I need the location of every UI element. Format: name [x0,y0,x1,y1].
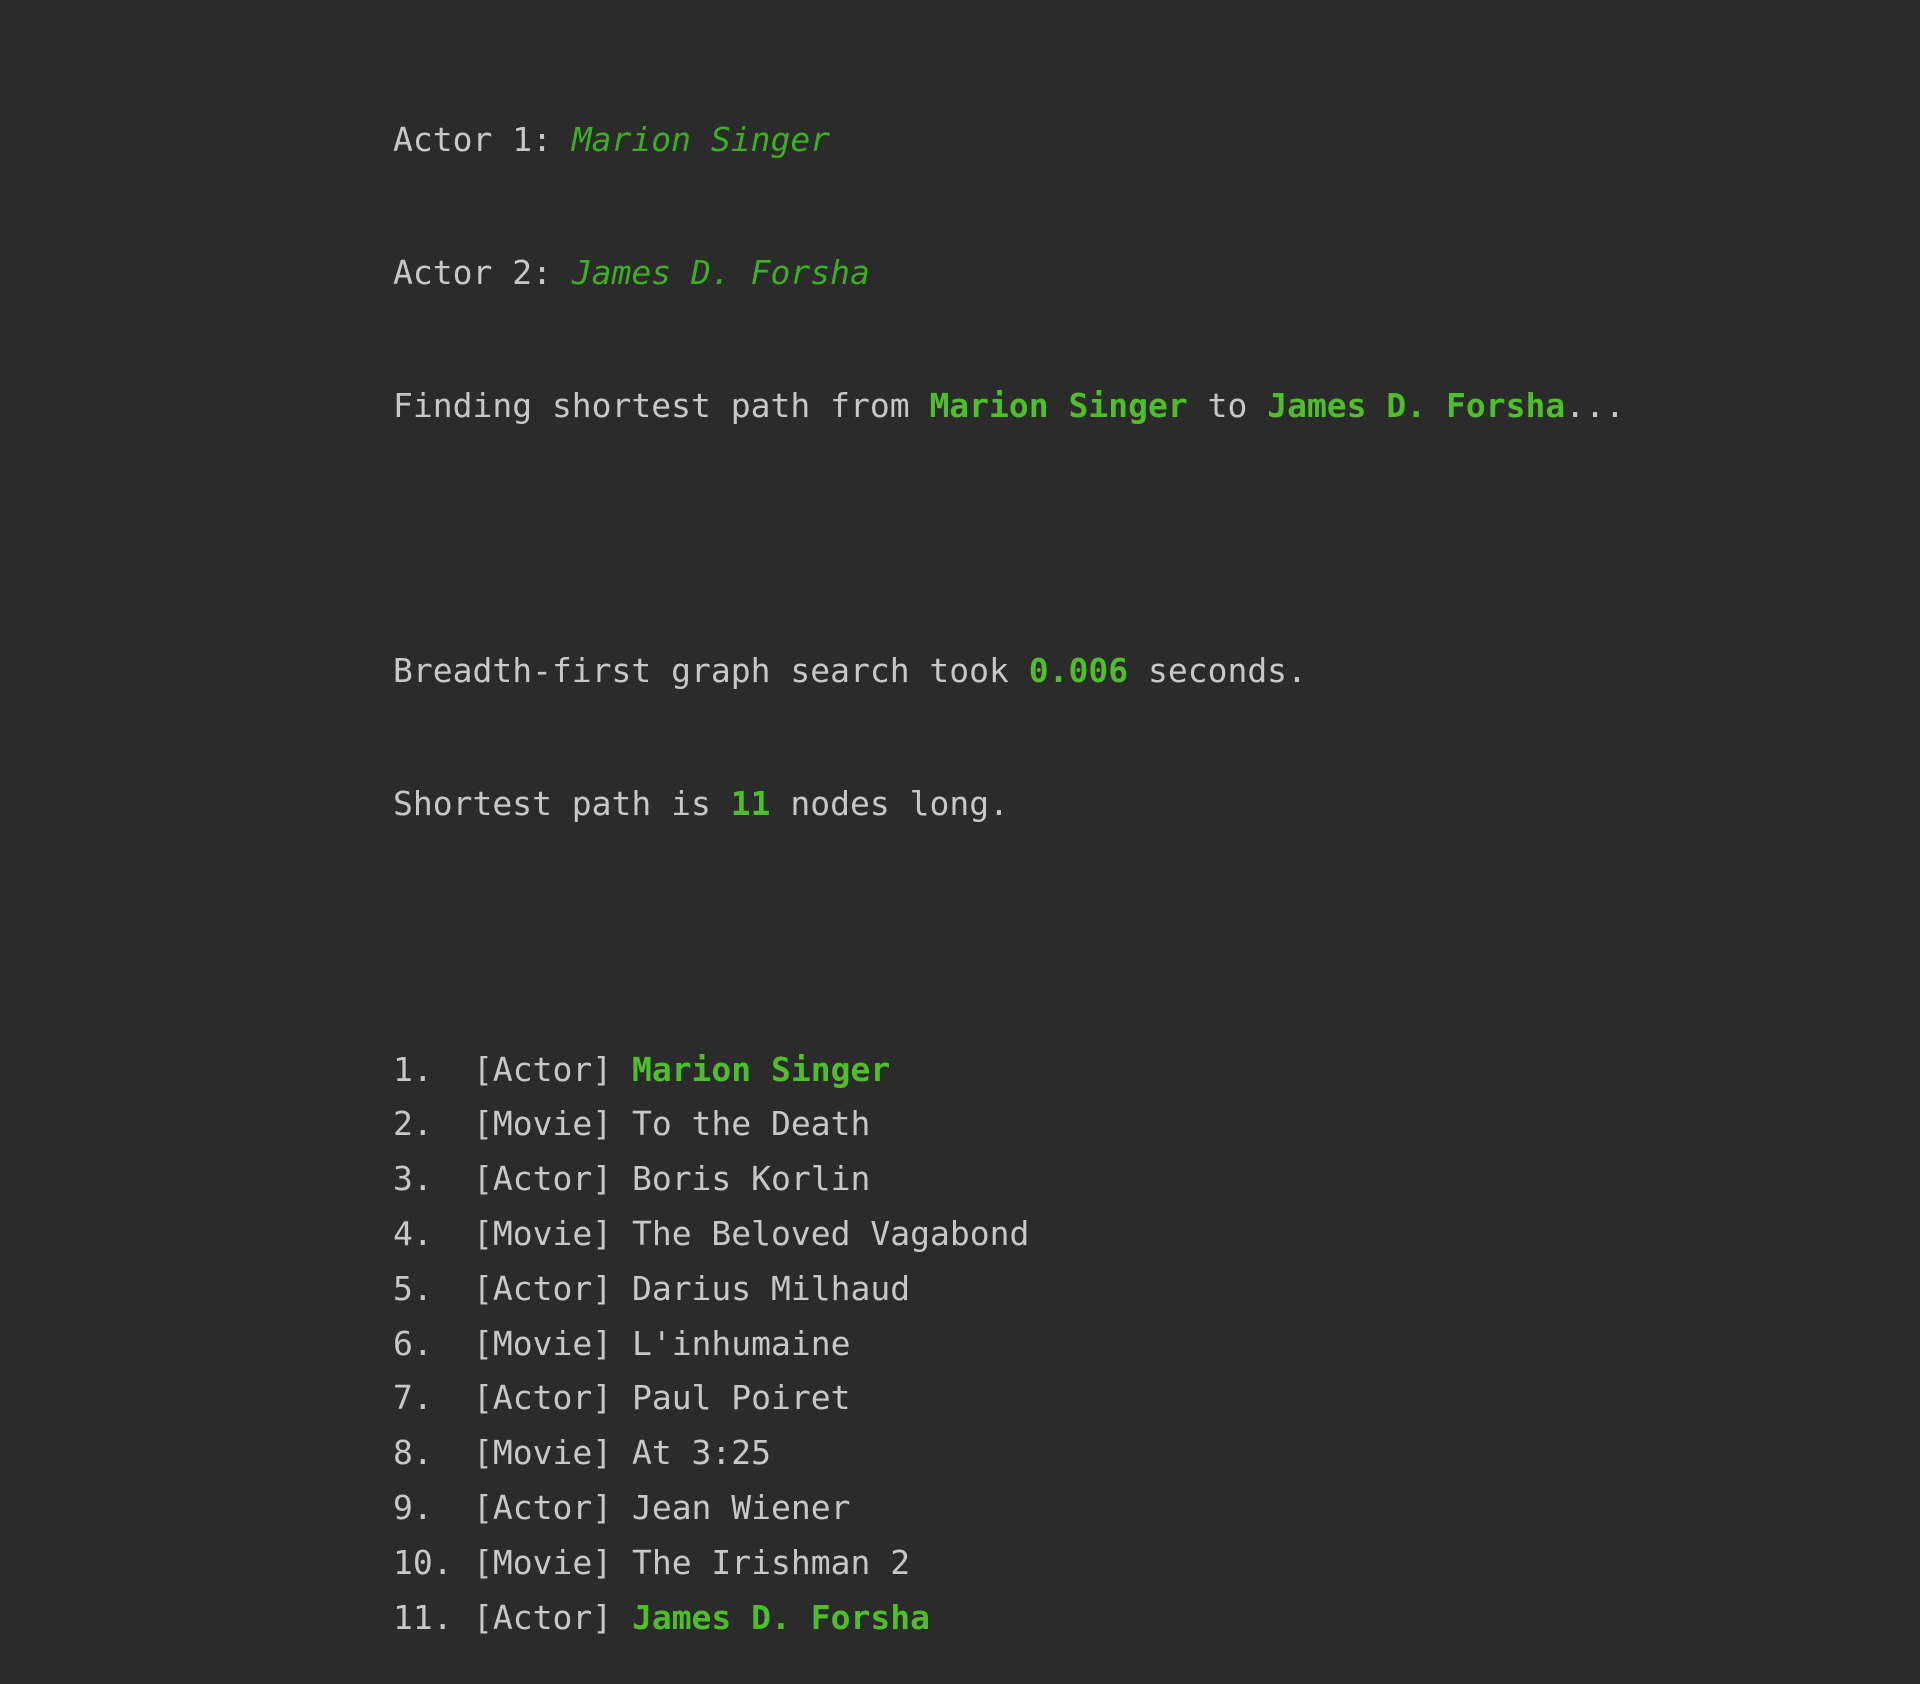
path-row-number: 2. [393,1104,433,1144]
path-row: 9. [Actor] Jean Wiener [393,1481,1625,1536]
path-row-type: [Actor] [473,1268,613,1308]
path-row-name: L'inhumaine [631,1323,851,1363]
path-list: 1. [Actor] Marion Singer 2. [Movie] To the … [393,1043,1625,1646]
finding-from: Marion Singer [929,385,1188,425]
path-row-name: Paul Poiret [631,1378,851,1418]
path-row-number: 7. [393,1378,433,1418]
path-row-type: [Actor] [473,1597,613,1637]
path-row-name: At 3:25 [631,1433,772,1473]
path-row-number: 5. [393,1268,433,1308]
path-row-type: [Movie] [473,1323,613,1363]
path-suffix: nodes long. [770,783,1009,823]
search-prefix: Breadth-first graph search took [393,651,1029,691]
path-row: 1. [Actor] Marion Singer [393,1043,1625,1098]
actor2-value: James D. Forsha [571,252,870,292]
path-row-number: 3. [393,1159,433,1199]
path-row-number: 8. [393,1433,433,1473]
path-row: 5. [Actor] Darius Milhaud [393,1262,1625,1317]
path-prefix: Shortest path is [393,783,731,823]
path-row-type: [Movie] [473,1213,613,1253]
path-row-type: [Actor] [473,1049,613,1089]
finding-mid: to [1187,385,1268,425]
path-row-name: James D. Forsha [631,1597,930,1637]
path-length-line: Shortest path is 11 nodes long. [393,777,1625,832]
path-row: 3. [Actor] Boris Korlin [393,1152,1625,1207]
path-row: 10. [Movie] The Irishman 2 [393,1536,1625,1591]
finding-line: Finding shortest path from Marion Singer… [393,379,1625,434]
actor1-line: Actor 1: Marion Singer [393,113,1625,168]
search-suffix: seconds. [1128,651,1307,691]
path-row: 4. [Movie] The Beloved Vagabond [393,1207,1625,1262]
search-time: 0.006 [1028,651,1129,691]
path-row-number: 4. [393,1213,433,1253]
path-row-name: The Beloved Vagabond [631,1213,1030,1253]
path-row-type: [Actor] [473,1487,613,1527]
path-row: 11. [Actor] James D. Forsha [393,1591,1625,1646]
path-row-name: Darius Milhaud [631,1268,911,1308]
actor2-label: Actor 2: [393,252,572,292]
path-row-name: The Irishman 2 [631,1542,911,1582]
path-length: 11 [730,783,771,823]
path-row-type: [Movie] [473,1542,613,1582]
path-row: 8. [Movie] At 3:25 [393,1426,1625,1481]
path-row: 7. [Actor] Paul Poiret [393,1371,1625,1426]
actor1-label: Actor 1: [393,120,572,159]
terminal-output: Actor 1: Marion Singer Actor 2: James D.… [393,35,1625,1684]
path-row: 6. [Movie] L'inhumaine [393,1317,1625,1372]
search-time-line: Breadth-first graph search took 0.006 se… [393,644,1625,699]
finding-to: James D. Forsha [1267,385,1566,425]
path-row-number: 11. [393,1597,453,1637]
finding-suffix: ... [1565,385,1625,425]
path-row-name: Jean Wiener [631,1487,851,1527]
path-row-number: 10. [393,1542,453,1582]
finding-prefix: Finding shortest path from [393,385,930,425]
actor1-value: Marion Singer [571,120,831,159]
path-row-number: 1. [393,1049,433,1089]
path-row-name: To the Death [631,1104,871,1144]
path-row-number: 6. [393,1323,433,1363]
path-row-type: [Movie] [473,1104,613,1144]
path-row-name: Boris Korlin [631,1159,871,1199]
path-row-name: Marion Singer [631,1049,891,1089]
path-row: 2. [Movie] To the Death [393,1097,1625,1152]
path-row-type: [Movie] [473,1433,613,1473]
actor2-line: Actor 2: James D. Forsha [393,246,1625,301]
path-row-number: 9. [393,1487,433,1527]
path-row-type: [Actor] [473,1159,613,1199]
path-row-type: [Actor] [473,1378,613,1418]
